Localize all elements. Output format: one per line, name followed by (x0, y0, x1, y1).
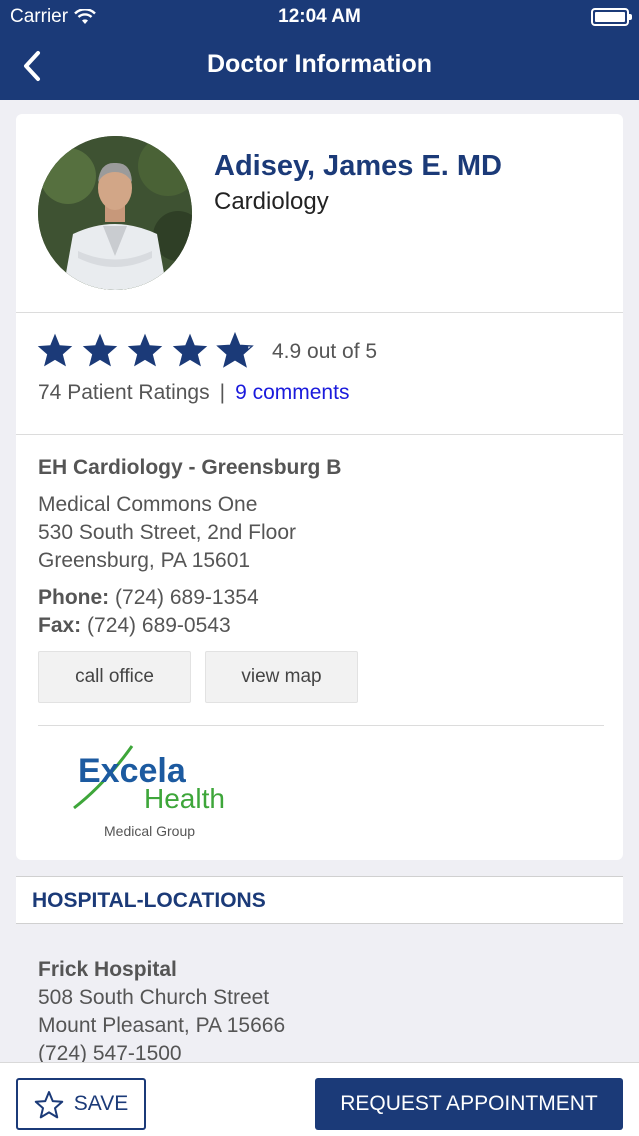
office-phone: Phone: (724) 689-1354 (38, 586, 259, 610)
comments-link[interactable]: 9 comments (235, 381, 349, 404)
navigation-bar: Carrier 12:04 AM Doctor Information (0, 0, 639, 100)
star-partial-icon (216, 332, 254, 368)
view-map-button[interactable]: view map (205, 651, 358, 703)
hospital-address-line: Mount Pleasant, PA 15666 (38, 1014, 286, 1037)
divider (16, 434, 623, 435)
status-bar: Carrier 12:04 AM (0, 0, 639, 34)
star-rating (36, 332, 254, 368)
svg-text:Medical Group: Medical Group (104, 823, 195, 839)
doctor-name: Adisey, James E. MD (214, 150, 502, 182)
star-icon (172, 333, 208, 367)
office-name: EH Cardiology - Greensburg B (38, 456, 342, 479)
office-address-line: Medical Commons One (38, 493, 258, 516)
section-title: HOSPITAL-LOCATIONS (32, 889, 266, 912)
battery-icon (591, 8, 632, 26)
office-address-line: 530 South Street, 2nd Floor (38, 521, 296, 544)
save-button[interactable]: SAVE (16, 1078, 146, 1130)
excela-health-logo: Excela Health Medical Group (60, 736, 250, 846)
office-fax: Fax: (724) 689-0543 (38, 614, 231, 638)
doctor-avatar (38, 136, 192, 290)
patient-ratings-count: 74 Patient Ratings (38, 381, 210, 404)
hospital-name: Frick Hospital (38, 958, 177, 981)
office-address-line: Greensburg, PA 15601 (38, 549, 251, 572)
phone-label: Phone: (38, 586, 110, 609)
bottom-action-bar: SAVE REQUEST APPOINTMENT (0, 1062, 639, 1136)
request-appointment-button[interactable]: REQUEST APPOINTMENT (315, 1078, 623, 1130)
fax-number: (724) 689-0543 (87, 614, 231, 637)
doctor-specialty: Cardiology (214, 188, 329, 215)
divider (38, 725, 604, 726)
separator: | (219, 381, 226, 404)
star-icon (37, 333, 73, 367)
call-office-button[interactable]: call office (38, 651, 191, 703)
svg-text:Health: Health (144, 783, 225, 814)
divider (16, 312, 623, 313)
phone-number[interactable]: (724) 689-1354 (115, 586, 259, 609)
hospital-address-line: 508 South Church Street (38, 986, 270, 1009)
fax-label: Fax: (38, 614, 82, 637)
hospital-locations-header: HOSPITAL-LOCATIONS (16, 876, 623, 924)
star-outline-icon (34, 1090, 64, 1118)
page-title: Doctor Information (207, 50, 432, 78)
save-label: SAVE (73, 1092, 129, 1115)
doctor-card: Adisey, James E. MD Cardiology 4.9 out o… (16, 114, 623, 860)
star-icon (82, 333, 118, 367)
ratings-summary: 74 Patient Ratings | 9 comments (38, 381, 349, 405)
star-icon (127, 333, 163, 367)
status-time: 12:04 AM (278, 6, 361, 27)
rating-text: 4.9 out of 5 (272, 340, 378, 363)
